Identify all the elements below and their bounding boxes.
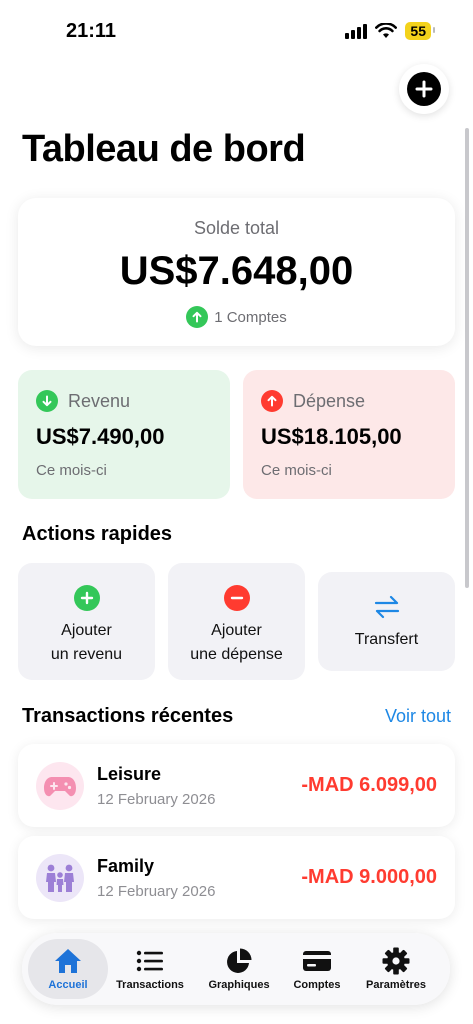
family-icon [36, 854, 84, 902]
accounts-count-label: 1 Comptes [214, 308, 287, 326]
expense-header: Dépense [261, 390, 365, 412]
plus-icon [407, 72, 441, 106]
page-title: Tableau de bord [22, 128, 306, 170]
list-icon [136, 947, 164, 975]
see-all-link[interactable]: Voir tout [385, 706, 451, 727]
tab-charts[interactable]: Graphiques [199, 939, 279, 999]
transaction-amount: -MAD 9.000,00 [301, 866, 437, 888]
balance-amount: US$7.648,00 [119, 249, 354, 293]
card-icon [302, 947, 332, 975]
add-income-button[interactable]: Ajouter un revenu [18, 563, 155, 680]
income-period: Ce mois-ci [36, 462, 107, 479]
transfer-label: Transfert [354, 631, 419, 648]
transaction-name: Family [97, 856, 155, 876]
scroll-indicator[interactable] [465, 128, 469, 588]
tab-settings-label: Paramètres [366, 979, 426, 991]
tab-transactions-label: Transactions [116, 979, 184, 991]
gamepad-icon [36, 762, 84, 810]
tab-charts-label: Graphiques [208, 979, 270, 991]
minus-circle-icon [223, 585, 250, 611]
transaction-row[interactable]: Family 12 February 2026 -MAD 9.000,00 [18, 836, 455, 919]
tab-accounts-label: Comptes [293, 979, 341, 991]
add-button[interactable] [399, 64, 449, 114]
tab-bar: Accueil Transactions Graphiques Comptes … [22, 933, 450, 1005]
tab-accounts[interactable]: Comptes [277, 939, 357, 999]
recent-transactions-title: Transactions récentes [22, 705, 234, 727]
arrow-up-icon [186, 306, 209, 328]
income-header: Revenu [36, 390, 130, 412]
quick-actions-title: Actions rapides [22, 523, 173, 545]
gear-icon [382, 947, 410, 975]
expense-amount: US$18.105,00 [261, 424, 402, 449]
transaction-date: 12 February 2026 [97, 883, 216, 900]
balance-label: Solde total [193, 218, 280, 238]
add-income-line1: Ajouter [61, 622, 112, 639]
add-expense-line1: Ajouter [211, 622, 262, 639]
income-label: Revenu [68, 390, 131, 411]
add-expense-button[interactable]: Ajouter une dépense [168, 563, 305, 680]
plus-circle-icon [73, 585, 100, 611]
transfer-button[interactable]: Transfert [318, 572, 455, 671]
income-amount: US$7.490,00 [36, 424, 165, 449]
transfer-arrows-icon [318, 592, 455, 622]
arrow-down-icon [36, 390, 58, 412]
expense-label: Dépense [293, 390, 366, 411]
arrow-up-icon [261, 390, 283, 412]
tab-transactions[interactable]: Transactions [110, 939, 190, 999]
pie-chart-icon [225, 947, 253, 975]
cellular-signal-icon [345, 23, 368, 39]
total-balance-card[interactable]: Solde total US$7.648,00 1 Comptes [18, 198, 455, 346]
transaction-amount: -MAD 6.099,00 [301, 774, 437, 796]
income-card[interactable]: Revenu US$7.490,00 Ce mois-ci [18, 370, 230, 499]
wifi-icon [375, 23, 398, 38]
transaction-name: Leisure [97, 764, 162, 784]
status-bar: 21:11 55 [0, 0, 473, 60]
status-time: 21:11 [66, 20, 117, 42]
expense-card[interactable]: Dépense US$18.105,00 Ce mois-ci [243, 370, 455, 499]
expense-period: Ce mois-ci [261, 462, 332, 479]
transaction-date: 12 February 2026 [97, 791, 216, 808]
status-icons: 55 [345, 22, 435, 40]
tab-home-label: Accueil [48, 979, 88, 991]
tab-settings[interactable]: Paramètres [356, 939, 436, 999]
battery-icon: 55 [405, 22, 435, 40]
tab-home[interactable]: Accueil [28, 939, 108, 999]
transaction-row[interactable]: Leisure 12 February 2026 -MAD 6.099,00 [18, 744, 455, 827]
add-expense-line2: une dépense [190, 646, 283, 663]
house-icon [53, 947, 83, 975]
accounts-count: 1 Comptes [18, 306, 455, 328]
add-income-line2: un revenu [50, 646, 123, 663]
